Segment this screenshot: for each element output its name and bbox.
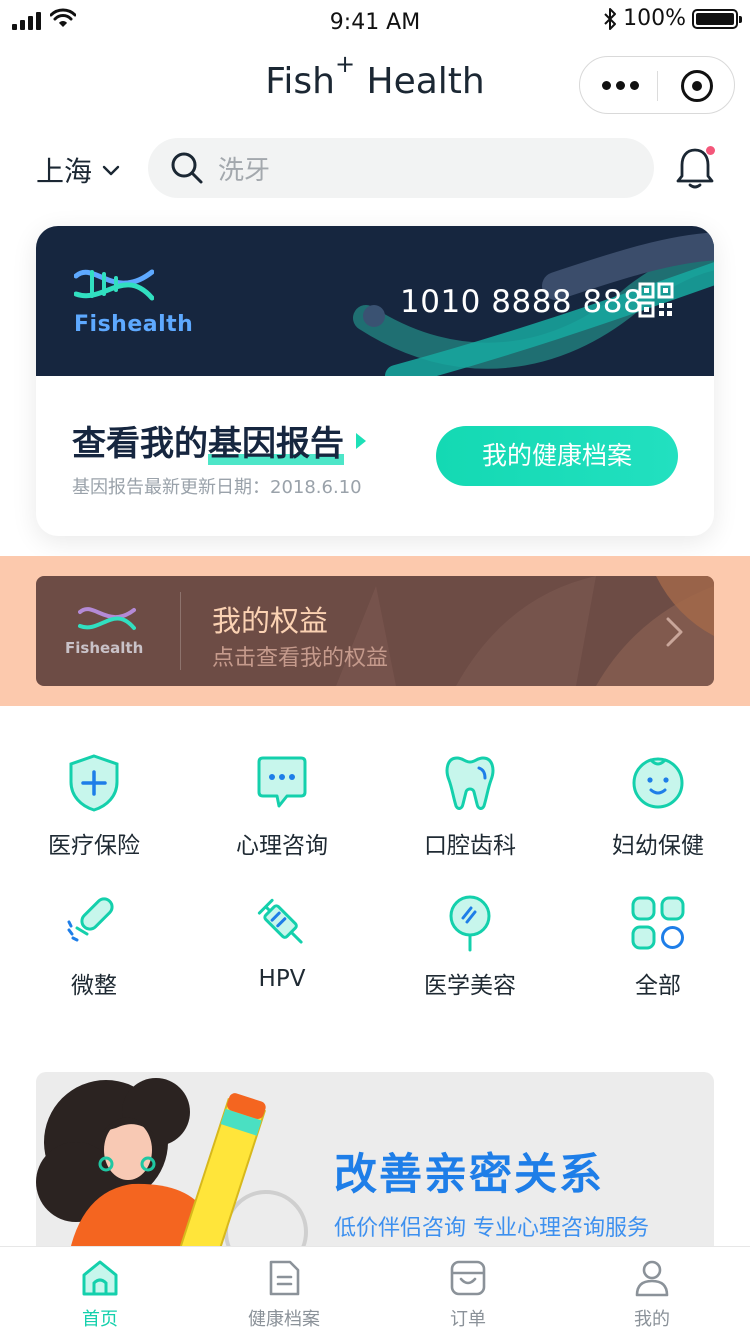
chevron-right-icon [666, 617, 683, 647]
service-label: 口腔齿科 [424, 833, 516, 859]
capsule-divider [657, 71, 658, 101]
vaccine-icon [257, 898, 303, 944]
app-title-main: Fish [265, 61, 335, 102]
gene-title-prefix: 查看我的 [72, 424, 208, 464]
card-logo-text: Fishealth [74, 312, 194, 337]
tab-health-record[interactable]: 健康档案 [190, 1257, 378, 1331]
grid-all-icon [631, 896, 685, 950]
promo-subtitle: 低价伴侣咨询 专业心理咨询服务 [334, 1216, 649, 1241]
chat-bubble-icon [257, 756, 307, 808]
service-micro-plastic[interactable]: 微整 [0, 892, 188, 1000]
fishealth-logo-icon [78, 607, 136, 630]
app-title-sup: + [334, 50, 356, 78]
card-header: Fishealth 1010 8888 888 [36, 226, 714, 376]
gene-report-link[interactable]: 查看我的 基因报告 [72, 416, 366, 465]
search-icon [171, 152, 203, 184]
cart-icon [450, 1260, 486, 1296]
card-number: 1010 8888 888 [400, 284, 644, 320]
search-input[interactable]: 洗牙 [148, 138, 654, 198]
service-label: 妇幼保健 [612, 833, 704, 859]
tab-mine[interactable]: 我的 [558, 1257, 746, 1331]
service-maternal-child[interactable]: 妇幼保健 [564, 752, 750, 860]
health-record-button[interactable]: 我的健康档案 [436, 426, 678, 486]
service-hpv[interactable]: HPV [188, 892, 376, 992]
play-arrow-icon [356, 432, 366, 449]
promo-title: 改善亲密关系 [334, 1150, 604, 1200]
miniapp-capsule [579, 56, 735, 114]
service-label: 微整 [71, 973, 117, 999]
benefit-divider [180, 592, 181, 670]
service-all[interactable]: 全部 [564, 892, 750, 1000]
shield-plus-icon [69, 754, 119, 812]
status-bar: 9:41 AM 100% [0, 0, 750, 44]
service-psychology[interactable]: 心理咨询 [188, 752, 376, 860]
tab-label: 首页 [82, 1309, 118, 1330]
city-selector[interactable]: 上海 [36, 150, 120, 190]
gene-update-date: 基因报告最新更新日期：2018.6.10 [72, 477, 362, 498]
notification-dot [706, 146, 715, 155]
fishealth-logo-icon [74, 269, 154, 301]
battery-percent: 100% [623, 6, 686, 31]
tab-label: 我的 [634, 1309, 670, 1330]
member-card[interactable]: Fishealth 1010 8888 888 查看我的 基因报告 基因报告最新更… [36, 226, 714, 536]
promo-illustration [36, 1078, 308, 1272]
app-title-rest: Health [355, 61, 485, 102]
close-target-icon[interactable] [681, 70, 713, 102]
mirror-icon [449, 895, 491, 952]
service-label: 全部 [635, 973, 681, 999]
service-label: 医学美容 [424, 973, 516, 999]
service-label: 心理咨询 [236, 833, 328, 859]
tab-bar: 首页 健康档案 订单 我的 [0, 1246, 750, 1334]
tab-label: 订单 [450, 1309, 486, 1330]
tooth-icon [445, 756, 495, 810]
service-medical-beauty[interactable]: 医学美容 [376, 892, 564, 1000]
benefit-logo-text: Fishealth [65, 639, 144, 657]
benefit-card[interactable]: Fishealth 我的权益 点击查看我的权益 [36, 576, 714, 686]
promo-banner[interactable]: 改善亲密关系 低价伴侣咨询 专业心理咨询服务 [36, 1072, 714, 1272]
service-medical-insurance[interactable]: 医疗保险 [0, 752, 188, 860]
gene-title-highlight: 基因报告 [208, 416, 344, 465]
service-label: 医疗保险 [48, 833, 140, 859]
more-icon[interactable] [602, 81, 639, 90]
document-icon [269, 1260, 300, 1296]
baby-face-icon [632, 757, 684, 809]
syringe-dots-icon [67, 897, 114, 942]
search-placeholder: 洗牙 [218, 155, 271, 186]
service-dental[interactable]: 口腔齿科 [376, 752, 564, 860]
bluetooth-icon [604, 7, 617, 30]
tab-orders[interactable]: 订单 [374, 1257, 562, 1331]
chevron-down-icon [102, 165, 120, 176]
battery-icon [692, 8, 742, 29]
status-right: 100% [603, 6, 742, 31]
benefit-title: 我的权益 [212, 604, 329, 638]
qr-code-icon[interactable] [638, 282, 674, 318]
service-label: HPV [258, 966, 306, 992]
tab-label: 健康档案 [248, 1309, 320, 1330]
tab-home[interactable]: 首页 [6, 1257, 194, 1331]
city-label: 上海 [36, 155, 93, 188]
benefit-subtitle: 点击查看我的权益 [212, 646, 389, 671]
user-icon [635, 1260, 669, 1297]
home-icon [82, 1260, 118, 1296]
